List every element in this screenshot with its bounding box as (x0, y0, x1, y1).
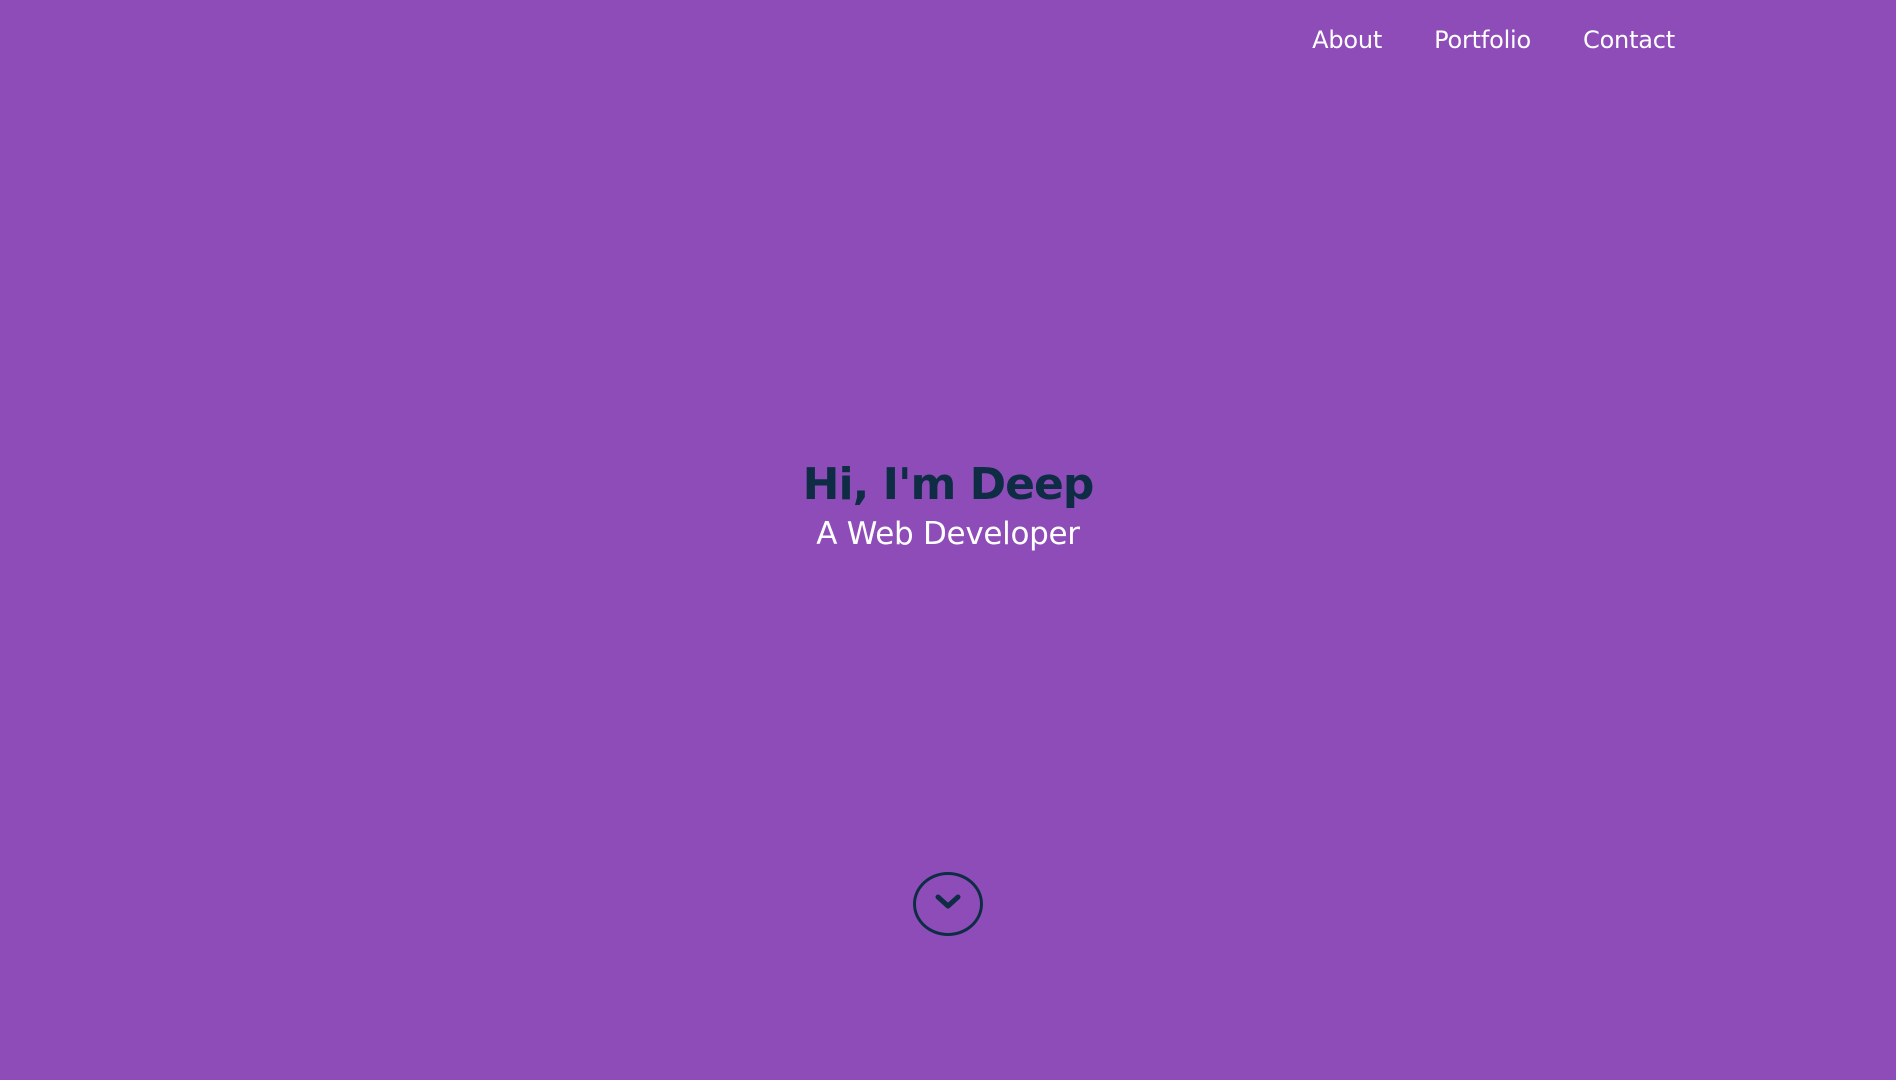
hero-section: Hi, I'm Deep A Web Developer (0, 458, 1896, 554)
hero-title: Hi, I'm Deep (802, 459, 1095, 510)
chevron-down-icon (935, 893, 961, 915)
top-nav: About Portfolio Contact (1312, 22, 1675, 58)
hero-subtitle: A Web Developer (816, 516, 1080, 552)
scroll-down-button[interactable] (913, 872, 983, 936)
nav-link-portfolio[interactable]: Portfolio (1434, 22, 1531, 58)
nav-link-contact[interactable]: Contact (1583, 22, 1675, 58)
nav-link-about[interactable]: About (1312, 22, 1382, 58)
